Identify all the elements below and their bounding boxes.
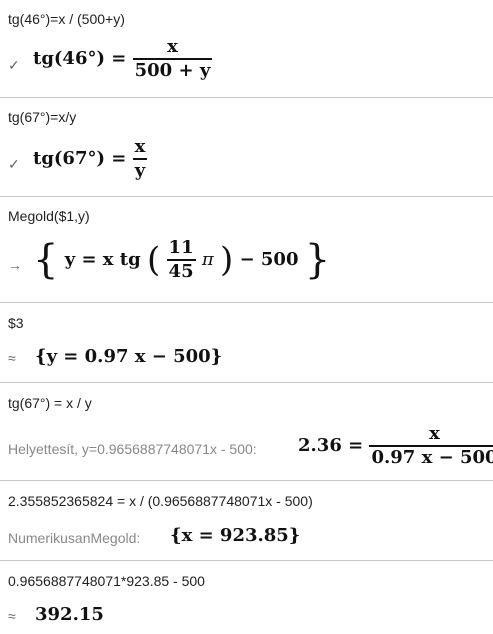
pi-symbol: π: [201, 249, 214, 271]
cas-input[interactable]: tg(67°)=x/y: [8, 109, 76, 125]
cas-input[interactable]: tg(67°) = x / y: [8, 395, 92, 411]
fraction-denominator: 45: [168, 260, 194, 282]
fraction: 11 45: [166, 237, 196, 283]
approx-icon: ≈: [8, 608, 16, 624]
fraction-numerator: 11: [168, 237, 194, 258]
arrow-icon: →: [8, 257, 22, 273]
cas-output: {x = 923.85}: [170, 525, 301, 546]
fraction-numerator: x: [429, 423, 440, 444]
cas-row[interactable]: tg(67°) = x / y Helyettesít, y=0.9656887…: [0, 383, 493, 480]
cas-input[interactable]: tg(46°)=x / (500+y): [8, 11, 125, 27]
command-label: NumerikusanMegold:: [8, 530, 141, 546]
cas-row[interactable]: 2.355852365824 = x / (0.9656887748071x -…: [0, 481, 493, 560]
right-paren: ): [220, 239, 234, 280]
cas-input[interactable]: 0.9656887748071*923.85 - 500: [8, 573, 205, 589]
left-paren: (: [147, 239, 161, 280]
expression-part: y = x tg: [64, 249, 141, 271]
cas-row[interactable]: tg(67°)=x/y ✓ tg(67°) = x y: [0, 98, 493, 196]
cas-output: {y = 0.97 x − 500}: [35, 346, 223, 367]
check-icon: ✓: [8, 156, 20, 172]
cas-input[interactable]: $3: [8, 315, 24, 331]
fraction-denominator: 0.97 x − 500: [371, 446, 493, 468]
fraction: x 0.97 x − 500: [369, 423, 493, 469]
command-label: Helyettesít, y=0.9656887748071x - 500:: [8, 441, 257, 457]
equation-lhs: tg(67°) =: [33, 148, 127, 170]
cas-output: tg(46°) = x 500 + y: [33, 36, 213, 82]
fraction-denominator: 500 + y: [134, 59, 211, 81]
cas-input[interactable]: Megold($1,y): [8, 208, 90, 224]
cas-output: { y = x tg ( 11 45 π ) − 500 }: [33, 237, 330, 283]
expression-part: − 500: [239, 249, 299, 271]
cas-output: 2.36 = x 0.97 x − 500: [298, 423, 493, 469]
cas-input[interactable]: 2.355852365824 = x / (0.9656887748071x -…: [8, 493, 313, 509]
cas-output: tg(67°) = x y: [33, 136, 148, 182]
fraction-denominator: y: [134, 159, 146, 181]
left-brace: {: [33, 236, 59, 283]
right-brace: }: [304, 236, 331, 283]
cas-row[interactable]: Megold($1,y) → { y = x tg ( 11 45 π ) − …: [0, 197, 493, 302]
check-icon: ✓: [8, 57, 20, 73]
approx-icon: ≈: [8, 350, 16, 366]
cas-row[interactable]: 0.9656887748071*923.85 - 500 ≈ 392.15: [0, 561, 493, 634]
fraction-numerator: x: [167, 36, 178, 57]
equation-lhs: tg(46°) =: [33, 48, 127, 70]
fraction: x 500 + y: [132, 36, 213, 82]
cas-row[interactable]: $3 ≈ {y = 0.97 x − 500}: [0, 303, 493, 382]
cas-row[interactable]: tg(46°)=x / (500+y) ✓ tg(46°) = x 500 + …: [0, 0, 493, 97]
cas-output: 392.15: [35, 604, 104, 625]
fraction: x y: [132, 136, 148, 182]
fraction-numerator: x: [134, 136, 146, 157]
equation-lhs: 2.36 =: [298, 435, 364, 457]
cas-view: tg(46°)=x / (500+y) ✓ tg(46°) = x 500 + …: [0, 0, 493, 634]
